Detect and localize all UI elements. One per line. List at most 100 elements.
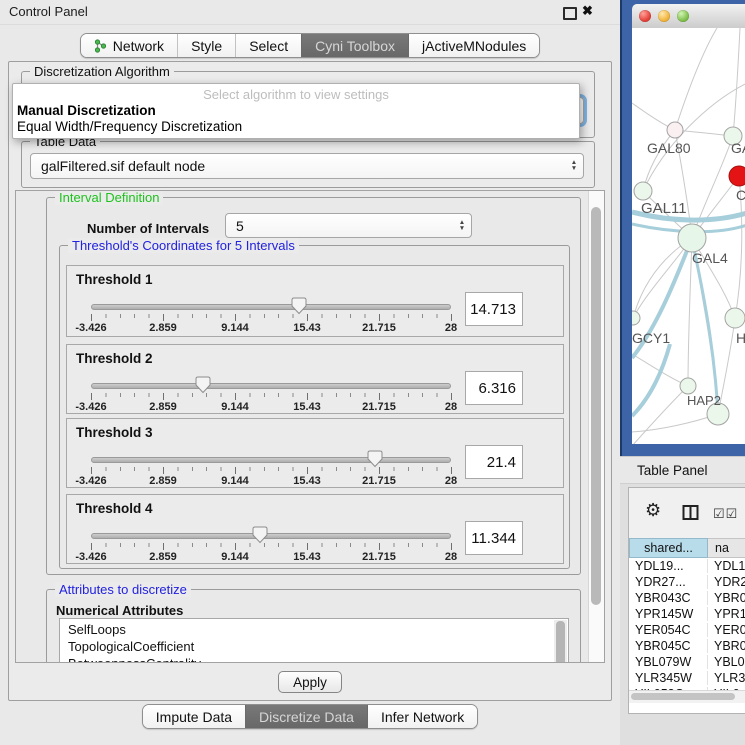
table-horizontal-scrollbar[interactable] (629, 690, 745, 703)
node-label-gal11: GAL11 (641, 200, 687, 217)
cell-shared-name: YBR045C (629, 639, 708, 653)
node-label-ga: GA (731, 140, 745, 156)
threshold-3-value-field[interactable] (465, 445, 523, 479)
apply-button[interactable]: Apply (278, 671, 342, 693)
tab-discretize-data[interactable]: Discretize Data (245, 705, 367, 728)
columns-icon[interactable] (682, 504, 699, 521)
slider-track[interactable] (91, 457, 451, 463)
dropdown-option-equal-width-frequency[interactable]: Equal Width/Frequency Discretization (17, 119, 242, 134)
control-panel-titlebar: Control Panel ✖ (0, 0, 620, 25)
checkbox-icons[interactable]: ☑☑ (713, 506, 738, 522)
dropdown-option-manual-discretization[interactable]: Manual Discretization (17, 103, 156, 118)
threshold-4-label: Threshold 4 (76, 501, 153, 516)
table-row[interactable]: YBR043CYBR0 (629, 590, 745, 606)
table-panel-header: Table Panel (620, 456, 745, 484)
node-red-selected (729, 166, 745, 186)
node-gal4 (678, 224, 706, 252)
column-header-name[interactable]: na (708, 538, 745, 558)
slider-tick-labels: -3.4262.8599.14415.4321.71528 (91, 401, 451, 413)
close-icon[interactable]: ✖ (582, 3, 593, 19)
threshold-3-panel: Threshold 3 -3.4262.8599.14415.4321.7152… (66, 418, 564, 488)
attribute-list-scrollbar[interactable] (554, 620, 567, 663)
cell-name: YPR1 (708, 607, 745, 621)
tab-cyni-toolbox[interactable]: Cyni Toolbox (301, 34, 408, 57)
cell-name: YLR3 (708, 671, 745, 685)
threshold-2-value-field[interactable] (465, 371, 523, 405)
table-data-group: Table Data galFiltered.sif default node … (21, 141, 595, 188)
node-right-h (725, 308, 745, 328)
interval-definition-title: Interval Definition (55, 190, 163, 205)
table-row[interactable]: YER054CYER0 (629, 622, 745, 638)
tab-select-label: Select (249, 38, 288, 54)
attribute-list-items[interactable]: SelfLoopsTopologicalCoefficientBetweenne… (60, 619, 568, 663)
threshold-4-slider: -3.4262.8599.14415.4321.71528 (91, 525, 451, 563)
tab-jactivemnodules-label: jActiveMNodules (422, 38, 526, 54)
slider-track[interactable] (91, 383, 451, 389)
cell-shared-name: YPR145W (629, 607, 708, 621)
node-gal80 (667, 122, 683, 138)
table-row[interactable]: YDL19...YDL1 (629, 558, 745, 574)
threshold-4-value-field[interactable] (465, 521, 523, 555)
slider-handle[interactable] (195, 376, 210, 394)
slider-tick-labels: -3.4262.8599.14415.4321.71528 (91, 475, 451, 487)
top-tab-group: Network Style Select Cyni Toolbox jActiv… (80, 33, 541, 58)
slider-ticks-major (91, 314, 452, 321)
table-row[interactable]: YBL079WYBL0 (629, 654, 745, 670)
tab-network[interactable]: Network (81, 34, 177, 57)
attributes-to-discretize-group: Attributes to discretize Numerical Attri… (46, 589, 581, 663)
tab-jactivemnodules[interactable]: jActiveMNodules (408, 34, 539, 57)
interval-definition-group: Interval Definition Number of Intervals … (46, 197, 581, 575)
cell-name: YER0 (708, 623, 745, 637)
table-row[interactable]: YLR345WYLR3 (629, 670, 745, 686)
scrollbar-thumb[interactable] (556, 621, 565, 663)
node-gal11 (634, 182, 652, 200)
bottom-tab-group: Impute Data Discretize Data Infer Networ… (142, 704, 478, 729)
node-label-gal80: GAL80 (647, 140, 691, 156)
number-of-intervals-combobox[interactable]: 5 ▲▼ (225, 213, 472, 238)
column-header-shared-name[interactable]: shared... (629, 538, 708, 558)
bottom-tab-bar: Impute Data Discretize Data Infer Networ… (0, 704, 620, 729)
combo-stepper-icon: ▲▼ (565, 160, 583, 172)
slider-handle[interactable] (368, 450, 383, 468)
cell-shared-name: YLR345W (629, 671, 708, 685)
mac-close-button[interactable] (639, 10, 651, 22)
tab-impute-data[interactable]: Impute Data (143, 705, 245, 728)
cell-shared-name: YDL19... (629, 559, 708, 573)
node-label-hap2: HAP2 (687, 393, 721, 408)
slider-handle[interactable] (253, 526, 268, 544)
node-gcy1 (632, 311, 640, 325)
network-canvas[interactable]: GAL80 GA C GAL11 GAL4 GCY1 H HAP2 (632, 28, 745, 444)
tab-select[interactable]: Select (235, 34, 301, 57)
node-hap2 (680, 378, 696, 394)
network-graph: GAL80 GA C GAL11 GAL4 GCY1 H HAP2 (632, 28, 745, 444)
table-data-combobox[interactable]: galFiltered.sif default node ▲▼ (30, 153, 584, 179)
settings-vertical-scrollbar[interactable] (588, 191, 604, 662)
cell-shared-name: YDR27... (629, 575, 708, 589)
tab-infer-network[interactable]: Infer Network (367, 705, 477, 728)
mac-zoom-button[interactable] (677, 10, 689, 22)
mac-minimize-button[interactable] (658, 10, 670, 22)
tab-style-label: Style (191, 38, 222, 54)
table-row[interactable]: YDR27...YDR2 (629, 574, 745, 590)
network-view-window: GAL80 GA C GAL11 GAL4 GCY1 H HAP2 (620, 0, 745, 456)
slider-track[interactable] (91, 304, 451, 310)
float-window-icon[interactable] (563, 7, 577, 20)
cell-name: YDR2 (708, 575, 745, 589)
node-label-gal4: GAL4 (692, 250, 728, 266)
tab-infer-network-label: Infer Network (381, 709, 464, 725)
table-row[interactable]: YBR045CYBR0 (629, 638, 745, 654)
scrollbar-thumb[interactable] (631, 693, 735, 700)
thresholds-coordinates-group: Threshold's Coordinates for 5 Intervals … (59, 245, 570, 569)
scrollbar-thumb[interactable] (591, 207, 601, 605)
threshold-2-label: Threshold 2 (76, 351, 153, 366)
slider-handle[interactable] (291, 297, 306, 315)
tab-style[interactable]: Style (177, 34, 235, 57)
cell-shared-name: YBR043C (629, 591, 708, 605)
threshold-1-value-field[interactable] (465, 292, 523, 326)
gear-icon[interactable]: ⚙ (645, 500, 661, 521)
control-panel-title: Control Panel (9, 4, 88, 19)
discretization-algorithm-group-title: Discretization Algorithm (30, 64, 174, 79)
tab-network-label: Network (113, 38, 164, 54)
table-row[interactable]: YPR145WYPR1 (629, 606, 745, 622)
slider-track[interactable] (91, 533, 451, 539)
